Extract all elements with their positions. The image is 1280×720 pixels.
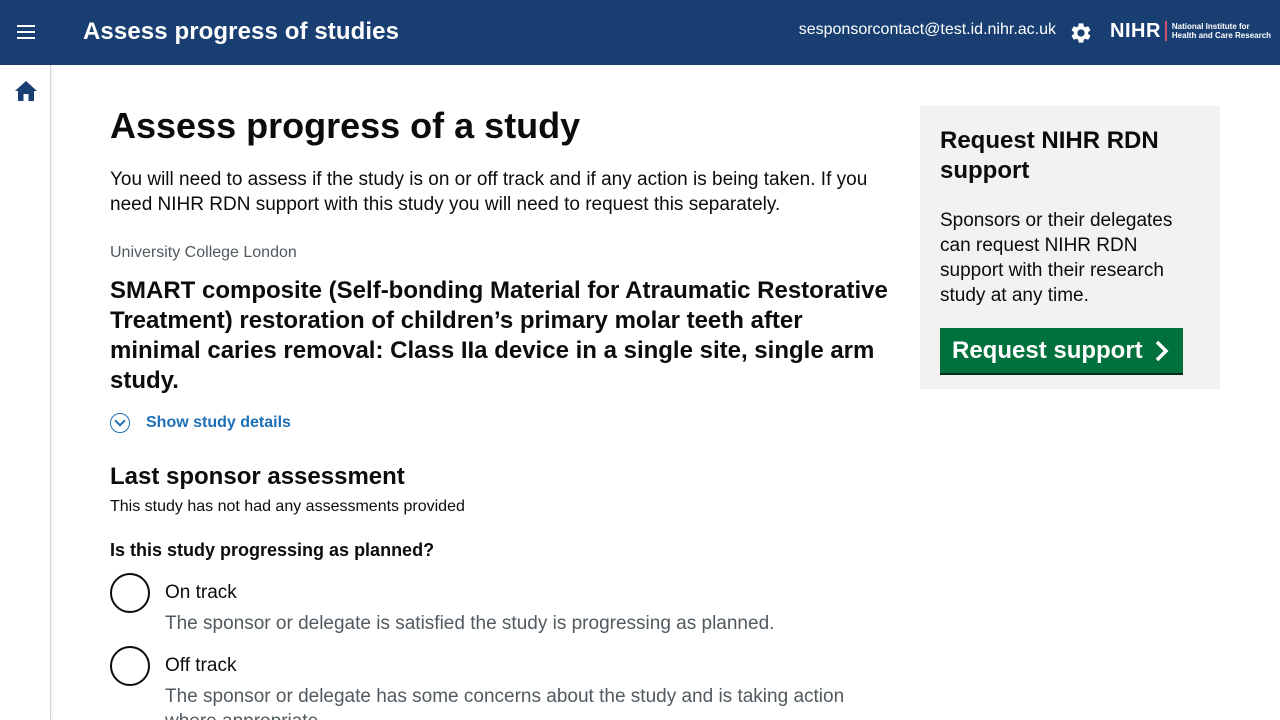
chevron-down-circle-icon — [110, 413, 130, 433]
off-track-hint: The sponsor or delegate has some concern… — [165, 686, 845, 720]
chevron-right-icon — [1155, 340, 1169, 361]
on-track-label[interactable]: On track — [165, 581, 865, 605]
show-study-details-toggle[interactable]: Show study details — [110, 413, 890, 433]
logo-main-text: NIHR — [1110, 19, 1161, 42]
app-title: Assess progress of studies — [83, 18, 400, 45]
organisation-caption: University College London — [110, 244, 297, 261]
radio-option-on-track[interactable]: On track The sponsor or delegate is sati… — [110, 573, 890, 636]
logo-sub-line2: Health and Care Research — [1171, 31, 1272, 40]
last-assessment-text: This study has not had any assessments p… — [110, 498, 465, 515]
off-track-label[interactable]: Off track — [165, 654, 865, 678]
menu-icon[interactable] — [14, 21, 40, 45]
progress-question: Is this study progressing as planned? — [110, 540, 435, 560]
side-rail — [0, 65, 51, 720]
study-title: SMART composite (Self-bonding Material f… — [110, 277, 888, 394]
intro-text: You will need to assess if the study is … — [110, 169, 868, 215]
home-icon[interactable] — [15, 81, 37, 101]
main-content: Assess progress of a study You will need… — [110, 106, 890, 720]
user-email: sesponsorcontact@test.id.nihr.ac.uk — [798, 21, 1056, 38]
request-support-label: Request support — [952, 336, 1143, 364]
on-track-radio[interactable] — [110, 573, 150, 613]
logo-sub-line1: National Institute for — [1171, 22, 1250, 31]
panel-text: Sponsors or their delegates can request … — [940, 210, 1173, 306]
page-title: Assess progress of a study — [110, 105, 581, 146]
on-track-hint: The sponsor or delegate is satisfied the… — [165, 613, 775, 634]
panel-title: Request NIHR RDN support — [940, 127, 1159, 184]
top-header: Assess progress of studies sesponsorcont… — [0, 0, 1280, 65]
request-support-button[interactable]: Request support — [940, 328, 1183, 373]
support-panel: Request NIHR RDN support Sponsors or the… — [920, 106, 1220, 389]
show-study-details-link[interactable]: Show study details — [146, 414, 291, 432]
last-assessment-heading: Last sponsor assessment — [110, 463, 405, 490]
nihr-logo: NIHR National Institute for Health and C… — [1110, 19, 1271, 43]
radio-option-off-track[interactable]: Off track The sponsor or delegate has so… — [110, 646, 890, 720]
logo-divider — [1164, 21, 1167, 41]
off-track-radio[interactable] — [110, 646, 150, 686]
logo-sub-text: National Institute for Health and Care R… — [1172, 22, 1271, 40]
gear-icon[interactable] — [1069, 21, 1093, 45]
